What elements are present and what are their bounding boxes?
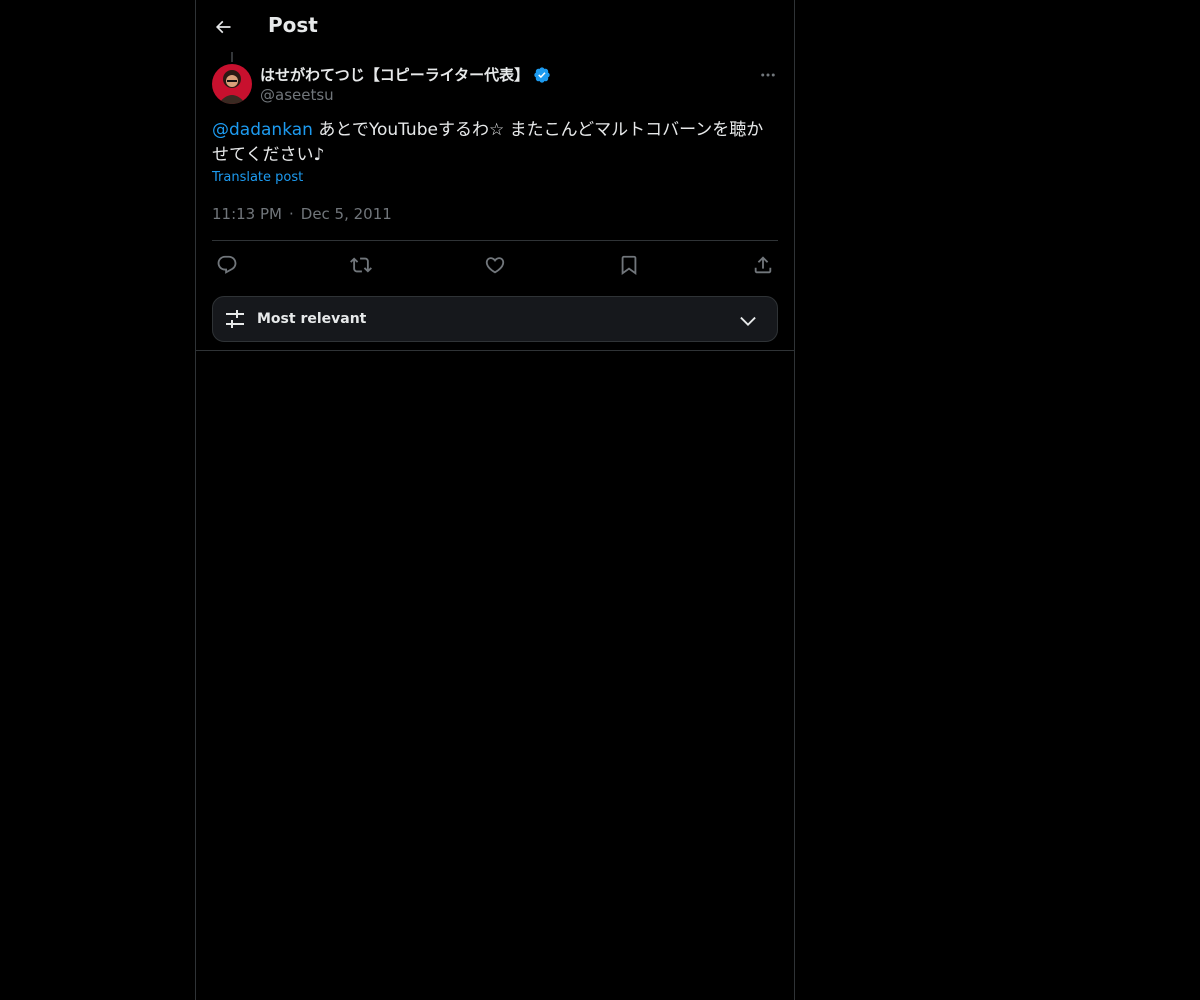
reply-icon bbox=[217, 255, 237, 274]
sort-label: Most relevant bbox=[257, 311, 367, 327]
post-date: Dec 5, 2011 bbox=[300, 205, 392, 223]
verified-badge-icon bbox=[533, 66, 551, 84]
share-icon bbox=[754, 256, 772, 274]
heart-icon bbox=[485, 257, 505, 274]
sliders-icon bbox=[223, 307, 247, 331]
like-button[interactable] bbox=[480, 250, 510, 280]
post-timestamp[interactable]: 11:13 PM · Dec 5, 2011 bbox=[212, 205, 392, 223]
avatar-image bbox=[212, 64, 252, 104]
replies-sort-dropdown[interactable]: Most relevant bbox=[212, 296, 778, 342]
author-name[interactable]: はせがわてつじ【コピーライター代表】 bbox=[260, 64, 551, 85]
bookmark-icon bbox=[621, 255, 637, 276]
mention-link[interactable]: @dadankan bbox=[212, 120, 313, 140]
post-text: @dadankan あとでYouTubeするわ☆ またこんどマルトコバーンを聴か… bbox=[212, 118, 780, 168]
back-button[interactable] bbox=[206, 10, 240, 44]
post-action-bar bbox=[212, 250, 778, 280]
reply-button[interactable] bbox=[212, 250, 242, 280]
avatar[interactable] bbox=[212, 64, 252, 104]
page-header: Post bbox=[196, 0, 794, 53]
arrow-left-icon bbox=[215, 20, 231, 34]
share-button[interactable] bbox=[748, 250, 778, 280]
bookmark-button[interactable] bbox=[614, 250, 644, 280]
repost-button[interactable] bbox=[346, 250, 376, 280]
translate-post-link[interactable]: Translate post bbox=[212, 170, 303, 185]
thread-connector-line bbox=[231, 52, 233, 62]
page-title: Post bbox=[268, 13, 318, 37]
chevron-down-icon bbox=[737, 310, 759, 332]
meta-separator: · bbox=[288, 205, 294, 223]
post-time: 11:13 PM bbox=[212, 205, 282, 223]
divider bbox=[212, 240, 778, 241]
author-handle[interactable]: @aseetsu bbox=[260, 86, 334, 104]
author-name-label: はせがわてつじ【コピーライター代表】 bbox=[260, 66, 530, 84]
section-divider bbox=[196, 350, 794, 351]
more-dots-icon bbox=[761, 73, 775, 77]
more-options-button[interactable] bbox=[752, 62, 784, 88]
main-column: Post はせがわてつじ【コピーライター代表】 @aseetsu @dadank… bbox=[195, 0, 795, 1000]
repost-icon bbox=[350, 257, 372, 273]
